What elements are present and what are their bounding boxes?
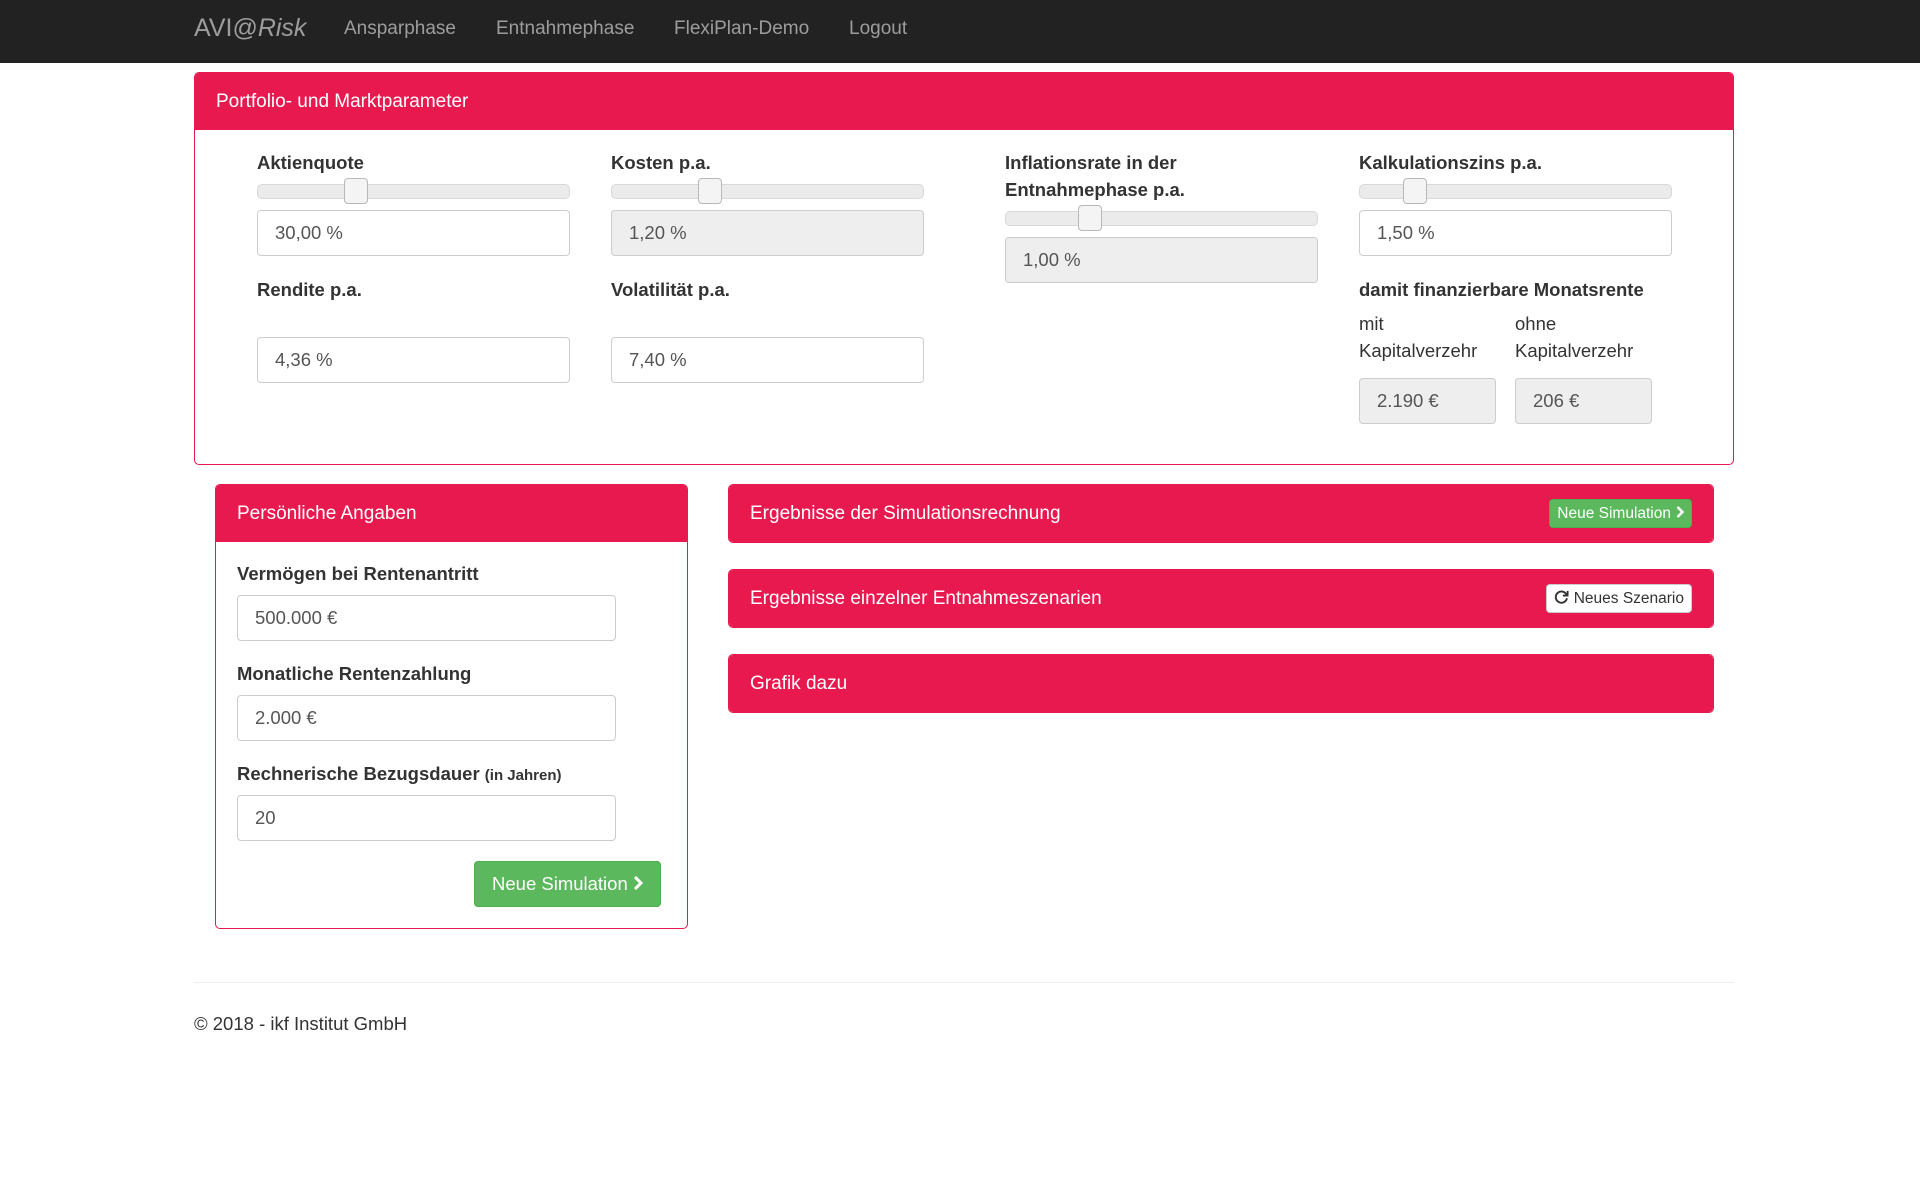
simulation-results-panel: Ergebnisse der Simulationsrechnung Neue … xyxy=(728,484,1714,543)
header-neue-simulation-button[interactable]: Neue Simulation xyxy=(1549,499,1692,528)
kalkulationszins-slider[interactable] xyxy=(1359,178,1672,204)
ohne-line1: ohne xyxy=(1515,313,1557,334)
neues-szenario-label: Neues Szenario xyxy=(1573,589,1684,607)
chevron-right-icon xyxy=(633,873,643,895)
refresh-icon xyxy=(1554,589,1569,609)
monatsrente-mit-label: mit Kapitalverzehr xyxy=(1359,310,1477,364)
inflation-label-line1: Inflationsrate in der xyxy=(1005,152,1177,173)
grafik-title: Grafik dazu xyxy=(750,672,848,694)
scenario-results-title: Ergebnisse einzelner Entnahmeszenarien xyxy=(750,587,1102,609)
header-neue-simulation-label: Neue Simulation xyxy=(1557,504,1671,522)
neue-simulation-label: Neue Simulation xyxy=(492,873,628,894)
vermoegen-label: Vermögen bei Rentenantritt xyxy=(237,563,479,584)
brand-prefix: AVI@ xyxy=(194,14,258,42)
kosten-slider-handle[interactable] xyxy=(698,178,722,204)
chevron-right-icon xyxy=(1676,505,1685,523)
scenario-results-panel: Ergebnisse einzelner Entnahmeszenarien N… xyxy=(728,569,1714,628)
inflation-input: 1,00 % xyxy=(1005,237,1318,283)
portfolio-panel: Portfolio- und Marktparameter Aktienquot… xyxy=(194,72,1734,465)
neues-szenario-button[interactable]: Neues Szenario xyxy=(1545,584,1692,613)
aktienquote-label: Aktienquote xyxy=(257,152,364,173)
dauer-input[interactable]: 20 xyxy=(237,795,616,841)
kalkulationszins-input[interactable]: 1,50 % xyxy=(1359,210,1672,256)
monatsrente-mit-value: 2.190 € xyxy=(1359,378,1496,424)
footer-divider xyxy=(194,982,1734,983)
nav-logout[interactable]: Logout xyxy=(849,18,907,40)
simulation-results-title: Ergebnisse der Simulationsrechnung xyxy=(750,502,1061,524)
rente-label: Monatliche Rentenzahlung xyxy=(237,663,472,684)
rendite-input[interactable]: 4,36 % xyxy=(257,337,570,383)
brand-logo[interactable]: AVI@Risk xyxy=(194,14,306,43)
personal-panel: Persönliche Angaben Vermögen bei Rentena… xyxy=(215,484,688,929)
kosten-label: Kosten p.a. xyxy=(611,152,711,173)
ohne-line2: Kapitalverzehr xyxy=(1515,340,1634,361)
volatilitaet-label: Volatilität p.a. xyxy=(611,279,730,300)
nav-flexiplan-demo[interactable]: FlexiPlan-Demo xyxy=(674,18,809,40)
dauer-unit: (in Jahren) xyxy=(484,767,562,784)
volatilitaet-input[interactable]: 7,40 % xyxy=(611,337,924,383)
kalkulationszins-slider-handle[interactable] xyxy=(1403,178,1427,204)
mit-line2: Kapitalverzehr xyxy=(1359,340,1478,361)
kalkulationszins-label: Kalkulationszins p.a. xyxy=(1359,152,1542,173)
grafik-panel: Grafik dazu xyxy=(728,654,1714,713)
portfolio-panel-title: Portfolio- und Marktparameter xyxy=(216,90,469,112)
top-navbar: AVI@Risk Ansparphase Entnahmephase Flexi… xyxy=(0,0,1920,63)
personal-panel-heading: Persönliche Angaben xyxy=(216,485,687,542)
personal-panel-title: Persönliche Angaben xyxy=(237,502,417,524)
scenario-results-heading[interactable]: Ergebnisse einzelner Entnahmeszenarien N… xyxy=(729,570,1713,627)
inflation-slider-handle[interactable] xyxy=(1078,205,1102,231)
rente-input[interactable]: 2.000 € xyxy=(237,695,616,741)
inflation-label-line2: Entnahmephase p.a. xyxy=(1005,179,1185,200)
aktienquote-slider-handle[interactable] xyxy=(344,178,368,204)
mit-line1: mit xyxy=(1359,313,1384,334)
portfolio-panel-heading: Portfolio- und Marktparameter xyxy=(195,73,1733,130)
aktienquote-slider[interactable] xyxy=(257,178,570,204)
kosten-slider[interactable] xyxy=(611,178,924,204)
vermoegen-input[interactable]: 500.000 € xyxy=(237,595,616,641)
grafik-heading[interactable]: Grafik dazu xyxy=(729,655,1713,712)
neue-simulation-button[interactable]: Neue Simulation xyxy=(474,861,661,907)
nav-ansparphase[interactable]: Ansparphase xyxy=(344,18,456,40)
simulation-results-heading[interactable]: Ergebnisse der Simulationsrechnung Neue … xyxy=(729,485,1713,542)
monatsrente-ohne-value: 206 € xyxy=(1515,378,1652,424)
inflation-label: Inflationsrate in der Entnahmephase p.a. xyxy=(1005,149,1185,203)
dauer-label-text: Rechnerische Bezugsdauer xyxy=(237,763,480,784)
kosten-input: 1,20 % xyxy=(611,210,924,256)
aktienquote-input[interactable]: 30,00 % xyxy=(257,210,570,256)
monatsrente-label: damit finanzierbare Monatsrente xyxy=(1359,279,1644,300)
nav-entnahmephase[interactable]: Entnahmephase xyxy=(496,18,634,40)
dauer-label: Rechnerische Bezugsdauer (in Jahren) xyxy=(237,760,561,789)
monatsrente-ohne-label: ohne Kapitalverzehr xyxy=(1515,310,1633,364)
inflation-slider[interactable] xyxy=(1005,205,1318,231)
brand-suffix: Risk xyxy=(257,14,307,42)
footer-copyright: © 2018 - ikf Institut GmbH xyxy=(194,1013,408,1034)
rendite-label: Rendite p.a. xyxy=(257,279,362,300)
